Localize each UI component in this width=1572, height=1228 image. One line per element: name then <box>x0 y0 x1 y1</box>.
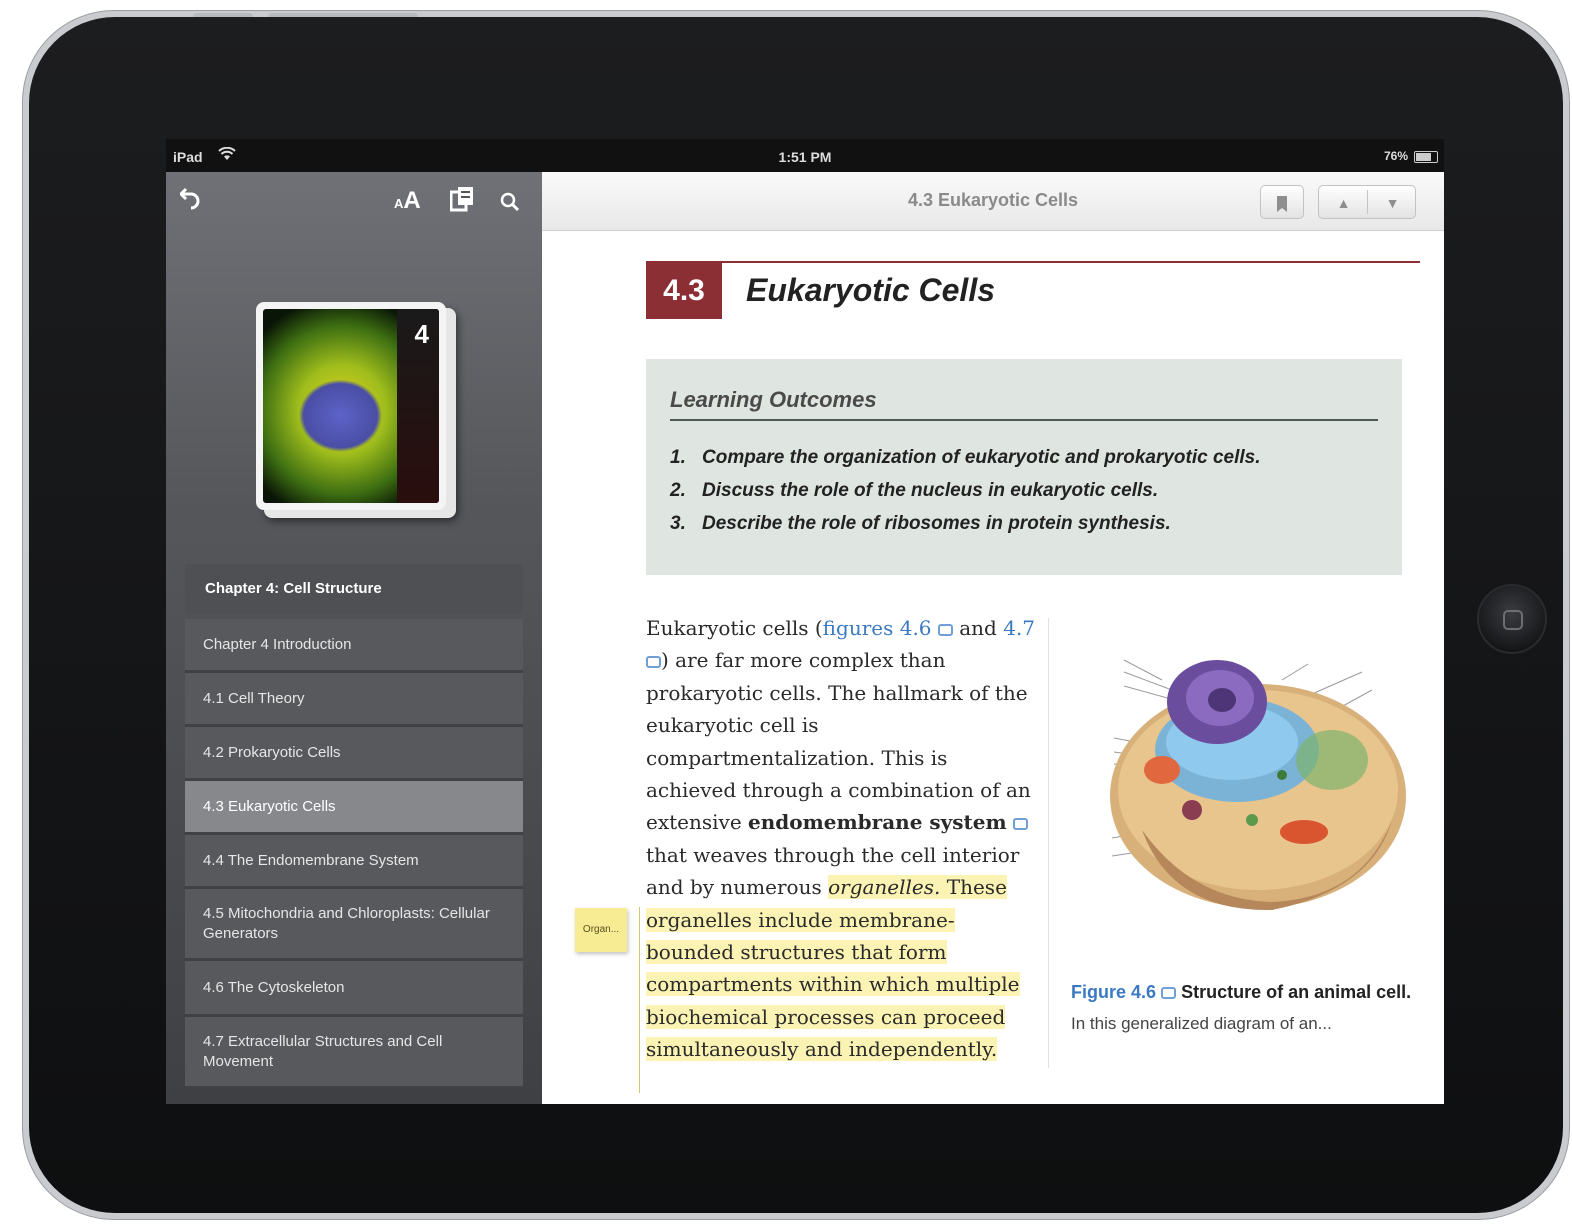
toc-item-4-7[interactable]: 4.7 Extracellular Structures and Cell Mo… <box>185 1017 523 1089</box>
gallery-icon[interactable] <box>646 656 661 669</box>
bookmark-icon <box>1277 196 1287 213</box>
battery-fill <box>1416 153 1431 161</box>
sidebar: AA 4 Chapter 4: Cell Structure Chapter 4… <box>166 172 542 1104</box>
search-icon[interactable] <box>500 188 520 219</box>
battery-icon <box>1414 151 1438 163</box>
toc-item-label: 4.3 Eukaryotic Cells <box>203 797 336 815</box>
animal-cell-diagram <box>1110 659 1406 911</box>
home-square-icon <box>1503 610 1523 630</box>
reader-toolbar: 4.3 Eukaryotic Cells ▲ ▼ <box>542 172 1444 231</box>
sticky-note[interactable]: Organ... <box>575 908 627 952</box>
toc-item-4-4[interactable]: 4.4 The Endomembrane System <box>185 835 523 889</box>
learning-outcomes-list: 1. Compare the organization of eukaryotic… <box>670 447 1390 546</box>
screen: iPad 1:51 PM 76% AA 4 Chapter 4: Cell St… <box>166 139 1444 1104</box>
body-paragraph: Eukaryotic cells (figures 4.6 and 4.7 ) … <box>646 612 1036 1066</box>
reader-pane: 4.3 Eukaryotic Cells ▲ ▼ 4.3 Eukaryotic … <box>542 172 1444 1104</box>
glossary-icon[interactable] <box>449 186 474 219</box>
section-title: Eukaryotic Cells <box>746 272 995 308</box>
learning-outcomes-rule <box>670 419 1378 421</box>
toc-item-label: 4.2 Prokaryotic Cells <box>203 743 341 761</box>
learning-outcome: 2. Discuss the role of the nucleus in euk… <box>670 480 1390 513</box>
book-cover[interactable]: 4 <box>256 302 456 518</box>
clock: 1:51 PM <box>778 149 832 165</box>
table-of-contents: Chapter 4 Introduction 4.1 Cell Theory 4… <box>185 619 523 1089</box>
bookmark-button[interactable] <box>1260 185 1304 219</box>
chapter-number: 4 <box>414 319 429 349</box>
gallery-icon[interactable] <box>1161 987 1177 999</box>
gallery-icon[interactable] <box>937 624 953 636</box>
toc-item-label: 4.6 The Cytoskeleton <box>203 978 345 996</box>
figure-title: Structure of an animal cell. <box>1181 982 1412 1002</box>
home-button[interactable] <box>1477 584 1547 654</box>
toc-item-label: 4.1 Cell Theory <box>203 689 305 707</box>
toc-item-4-3[interactable]: 4.3 Eukaryotic Cells <box>185 781 523 835</box>
highlighted-text[interactable]: These organelles include membrane-bounde… <box>646 875 1020 1062</box>
learning-outcome: 1. Compare the organization of eukaryotic… <box>670 447 1390 480</box>
reader-title: 4.3 Eukaryotic Cells <box>907 190 1079 210</box>
font-size-button[interactable]: AA <box>394 187 421 215</box>
toc-item-label: 4.7 Extracellular Structures and Cell Mo… <box>203 1032 443 1070</box>
figure-link[interactable]: figures 4.6 <box>823 616 932 640</box>
toc-item-4-5[interactable]: 4.5 Mitochondria and Chloroplasts: Cellu… <box>185 889 523 961</box>
note-marker-line <box>639 907 640 1093</box>
prev-page-button[interactable]: ▲ <box>1319 186 1368 220</box>
sidebar-toolbar: AA <box>166 172 542 227</box>
learning-outcomes-title: Learning Outcomes <box>670 387 877 412</box>
toc-item-4-1[interactable]: 4.1 Cell Theory <box>185 673 523 727</box>
glossary-term[interactable]: endomembrane system <box>748 810 1007 834</box>
toc-item-label: 4.5 Mitochondria and Chloroplasts: Cellu… <box>203 904 490 942</box>
back-arrow-icon[interactable] <box>178 186 202 217</box>
chapter-title[interactable]: Chapter 4: Cell Structure <box>185 564 523 614</box>
toc-item-4-6[interactable]: 4.6 The Cytoskeleton <box>185 961 523 1017</box>
figure-label-link[interactable]: Figure 4.6 <box>1071 982 1156 1002</box>
status-bar: iPad 1:51 PM 76% <box>166 139 1444 172</box>
figure-description: In this generalized diagram of an... <box>1071 1014 1332 1033</box>
highlighted-text[interactable]: organelles. <box>828 875 941 900</box>
outcome-text: Discuss the role of the nucleus in eukar… <box>702 480 1159 501</box>
next-page-button[interactable]: ▼ <box>1368 186 1417 220</box>
cell-micrograph-image: 4 <box>263 309 439 503</box>
battery-percent: 76% <box>1383 149 1408 163</box>
outcome-number: 3. <box>670 513 686 534</box>
toc-item-label: 4.4 The Endomembrane System <box>203 851 419 869</box>
body-text: Eukaryotic cells ( <box>646 616 823 640</box>
outcome-text: Compare the organization of eukaryotic a… <box>702 447 1261 468</box>
section-rule <box>646 261 1420 263</box>
learning-outcomes-box: Learning Outcomes 1. Compare the organiza… <box>646 359 1402 575</box>
font-size-small-a: A <box>394 196 404 211</box>
body-text: and <box>952 616 997 640</box>
figure-link[interactable]: 4.7 <box>1003 616 1035 640</box>
column-divider <box>1048 618 1049 1068</box>
figure-caption: Figure 4.6 Structure of an animal cell. … <box>1071 977 1421 1039</box>
cover-frame: 4 <box>256 302 446 510</box>
section-number: 4.3 <box>646 263 722 319</box>
learning-outcome: 3. Describe the role of ribosomes in prot… <box>670 513 1390 546</box>
toc-item-intro[interactable]: Chapter 4 Introduction <box>185 619 523 673</box>
toc-item-label: Chapter 4 Introduction <box>203 635 352 653</box>
font-size-large-a: A <box>403 187 421 214</box>
animal-cell-figure[interactable] <box>1072 620 1428 950</box>
outcome-number: 1. <box>670 447 686 468</box>
toc-item-4-2[interactable]: 4.2 Prokaryotic Cells <box>185 727 523 781</box>
outcome-number: 2. <box>670 480 686 501</box>
page-nav-control: ▲ ▼ <box>1318 185 1416 219</box>
body-text: ) are far more complex than prokaryotic … <box>646 648 1031 835</box>
outcome-text: Describe the role of ribosomes in protei… <box>702 513 1171 534</box>
glossary-popup-icon[interactable] <box>1013 818 1029 831</box>
